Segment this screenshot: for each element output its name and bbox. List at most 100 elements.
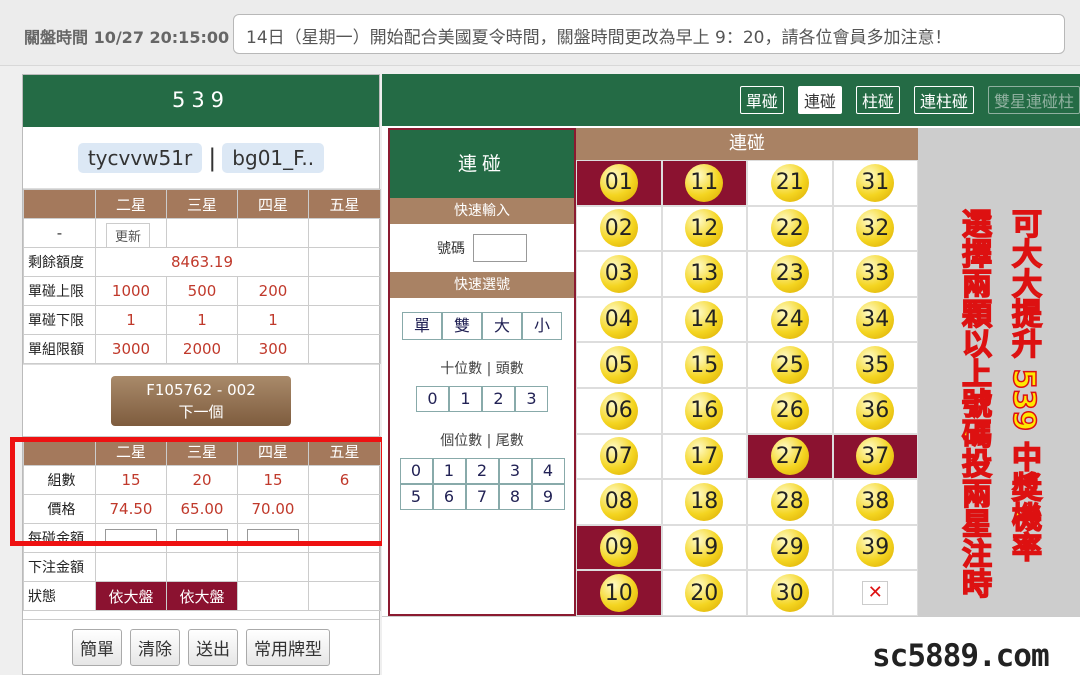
- ball-cell[interactable]: 23: [747, 251, 833, 297]
- ball-cell[interactable]: 05: [576, 342, 662, 388]
- number-ball[interactable]: 33: [856, 254, 895, 293]
- number-input[interactable]: [473, 234, 527, 262]
- ball-cell[interactable]: 39: [832, 524, 918, 571]
- number-ball[interactable]: 13: [685, 254, 724, 293]
- units-digit-button[interactable]: 8: [498, 484, 532, 510]
- number-ball[interactable]: 18: [685, 482, 724, 521]
- ball-cell[interactable]: 07: [576, 433, 662, 480]
- ball-cell[interactable]: 13: [661, 251, 747, 297]
- big-button[interactable]: 大: [482, 312, 522, 340]
- small-button[interactable]: 小: [522, 312, 562, 340]
- number-ball[interactable]: 23: [770, 254, 809, 293]
- number-ball[interactable]: 16: [685, 391, 724, 430]
- ball-cell[interactable]: 38: [832, 479, 918, 525]
- ball-cell[interactable]: 30: [747, 570, 833, 616]
- number-ball[interactable]: 25: [770, 346, 809, 385]
- tens-digit-button[interactable]: 3: [515, 386, 548, 412]
- tab-column[interactable]: 柱碰: [855, 86, 900, 114]
- units-digit-button[interactable]: 0: [399, 458, 433, 484]
- number-ball[interactable]: 31: [856, 163, 895, 202]
- ball-cell[interactable]: 36: [832, 387, 918, 434]
- units-digit-button[interactable]: 6: [432, 484, 466, 510]
- ball-cell[interactable]: 37: [832, 433, 918, 480]
- tab-combo-column[interactable]: 連柱碰: [913, 86, 974, 114]
- number-ball[interactable]: 05: [599, 346, 638, 385]
- units-digit-button[interactable]: 4: [531, 458, 565, 484]
- number-ball[interactable]: 04: [599, 300, 638, 339]
- ball-cell[interactable]: 26: [747, 387, 833, 434]
- ball-cell[interactable]: 34: [832, 296, 918, 343]
- units-digit-button[interactable]: 7: [465, 484, 499, 510]
- ball-cell[interactable]: 21: [747, 160, 833, 206]
- tens-digit-button[interactable]: 2: [482, 386, 515, 412]
- number-ball[interactable]: 14: [685, 300, 724, 339]
- ball-cell[interactable]: 22: [747, 205, 833, 252]
- number-ball[interactable]: 32: [856, 209, 895, 248]
- tens-digit-button[interactable]: 0: [416, 386, 449, 412]
- number-ball[interactable]: 19: [685, 528, 724, 567]
- number-ball[interactable]: 37: [856, 437, 895, 476]
- ball-cell[interactable]: 11: [661, 160, 747, 206]
- ball-cell[interactable]: 08: [576, 479, 662, 525]
- ball-cell[interactable]: 17: [661, 433, 747, 480]
- number-ball[interactable]: 29: [770, 528, 809, 567]
- number-ball[interactable]: 07: [599, 437, 638, 476]
- ball-cell[interactable]: 09: [576, 524, 662, 571]
- ball-cell[interactable]: 02: [576, 205, 662, 252]
- number-ball[interactable]: 09: [599, 528, 638, 567]
- ball-cell-clear[interactable]: ✕: [832, 570, 918, 616]
- tens-digit-button[interactable]: 1: [449, 386, 482, 412]
- ball-cell[interactable]: 33: [832, 251, 918, 297]
- ball-cell[interactable]: 24: [747, 296, 833, 343]
- ball-cell[interactable]: 14: [661, 296, 747, 343]
- number-ball[interactable]: 36: [856, 391, 895, 430]
- ball-cell[interactable]: 32: [832, 205, 918, 252]
- common-patterns-button[interactable]: 常用牌型: [246, 629, 330, 666]
- ball-cell[interactable]: 28: [747, 479, 833, 525]
- units-digit-button[interactable]: 3: [498, 458, 532, 484]
- ball-cell[interactable]: 15: [661, 342, 747, 388]
- units-digit-button[interactable]: 9: [531, 484, 565, 510]
- number-ball[interactable]: 11: [685, 163, 724, 202]
- number-ball[interactable]: 34: [856, 300, 895, 339]
- update-button[interactable]: 更新: [106, 223, 151, 247]
- number-ball[interactable]: 22: [770, 209, 809, 248]
- units-digit-button[interactable]: 2: [465, 458, 499, 484]
- number-ball[interactable]: 02: [599, 209, 638, 248]
- ball-cell[interactable]: 16: [661, 387, 747, 434]
- ball-cell[interactable]: 29: [747, 524, 833, 571]
- ball-cell[interactable]: 20: [661, 570, 747, 616]
- number-ball[interactable]: 21: [770, 163, 809, 202]
- number-ball[interactable]: 27: [770, 437, 809, 476]
- clear-icon[interactable]: ✕: [862, 581, 889, 606]
- number-ball[interactable]: 15: [685, 346, 724, 385]
- number-ball[interactable]: 24: [770, 300, 809, 339]
- number-ball[interactable]: 35: [856, 346, 895, 385]
- ball-cell[interactable]: 06: [576, 387, 662, 434]
- simple-button[interactable]: 簡單: [72, 629, 122, 666]
- number-ball[interactable]: 03: [599, 254, 638, 293]
- ball-cell[interactable]: 03: [576, 251, 662, 297]
- tab-combo[interactable]: 連碰: [797, 86, 842, 114]
- ball-cell[interactable]: 04: [576, 296, 662, 343]
- tab-double-star[interactable]: 雙星連碰柱: [987, 86, 1080, 114]
- odd-button[interactable]: 單: [402, 312, 442, 340]
- number-ball[interactable]: 38: [856, 482, 895, 521]
- number-ball[interactable]: 28: [770, 482, 809, 521]
- ball-cell[interactable]: 25: [747, 342, 833, 388]
- number-ball[interactable]: 26: [770, 391, 809, 430]
- tab-single[interactable]: 單碰: [739, 86, 784, 114]
- ball-cell[interactable]: 01: [576, 160, 662, 206]
- ball-cell[interactable]: 27: [747, 433, 833, 480]
- number-ball[interactable]: 01: [599, 163, 638, 202]
- units-digit-button[interactable]: 5: [399, 484, 433, 510]
- number-ball[interactable]: 39: [856, 528, 895, 567]
- number-ball[interactable]: 17: [685, 437, 724, 476]
- number-ball[interactable]: 08: [599, 482, 638, 521]
- ball-cell[interactable]: 31: [832, 160, 918, 206]
- ball-cell[interactable]: 10: [576, 570, 662, 616]
- ball-cell[interactable]: 19: [661, 524, 747, 571]
- ball-cell[interactable]: 35: [832, 342, 918, 388]
- ball-cell[interactable]: 18: [661, 479, 747, 525]
- even-button[interactable]: 雙: [442, 312, 482, 340]
